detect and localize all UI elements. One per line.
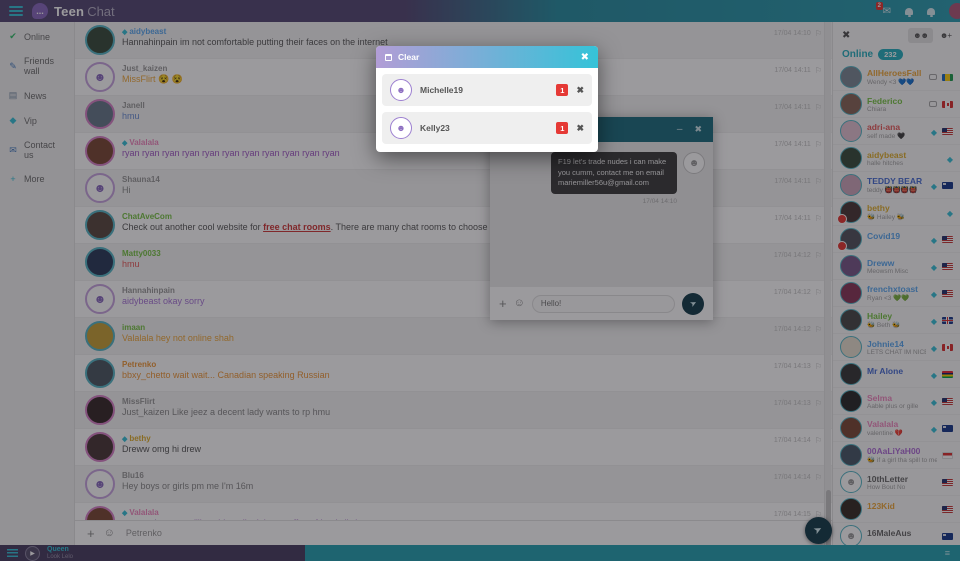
conversation-list-item[interactable]: Kelly23 1 ✖ bbox=[382, 112, 592, 144]
conversation-username: Kelly23 bbox=[420, 123, 548, 133]
modal-close-icon[interactable]: ✖ bbox=[581, 52, 589, 63]
unread-count-badge: 1 bbox=[556, 84, 568, 96]
teen-chat-app: ... Teen Chat ✉2 ✔ Online ✎ Friends wall bbox=[0, 0, 960, 561]
conversation-list-item[interactable]: Michelle19 1 ✖ bbox=[382, 74, 592, 106]
unread-count-badge: 1 bbox=[556, 122, 568, 134]
clear-conversations-modal: Clear ✖ Michelle19 1 ✖ Kelly23 1 ✖ bbox=[376, 46, 598, 152]
user-avatar bbox=[390, 79, 412, 101]
trash-icon bbox=[385, 54, 392, 61]
remove-conversation-icon[interactable]: ✖ bbox=[576, 85, 584, 96]
remove-conversation-icon[interactable]: ✖ bbox=[576, 123, 584, 134]
modal-body: Michelle19 1 ✖ Kelly23 1 ✖ bbox=[376, 68, 598, 152]
modal-header: Clear ✖ bbox=[376, 46, 598, 68]
user-avatar bbox=[390, 117, 412, 139]
modal-title: Clear bbox=[398, 52, 581, 62]
conversation-username: Michelle19 bbox=[420, 85, 548, 95]
